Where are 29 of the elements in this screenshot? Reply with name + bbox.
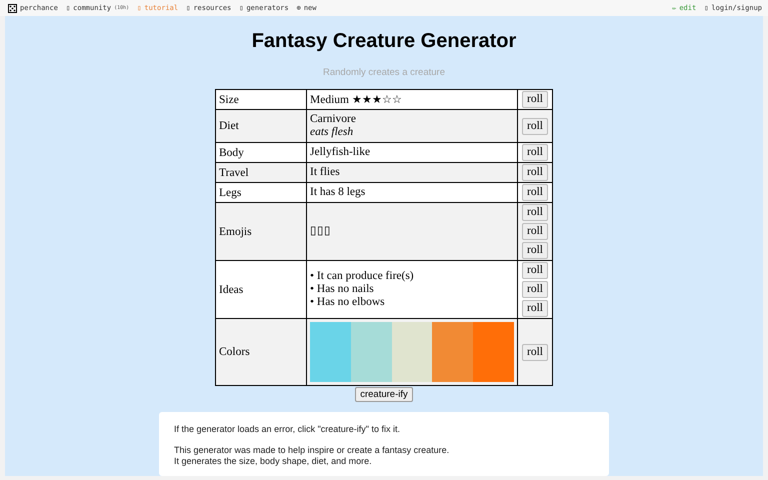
creature-ify-button[interactable]: creature-ify (355, 387, 413, 402)
roll-button[interactable]: roll (522, 91, 548, 108)
star-rating: ★★★☆☆ (352, 94, 402, 106)
roll-button[interactable]: roll (522, 223, 548, 240)
info-text: If the generator loads an error, click "creature-ify" to fix it. (174, 424, 401, 435)
info-text: This generator was made to help inspire or create a fantasy creature. (174, 445, 450, 456)
row-label: Colors (219, 346, 250, 358)
value-cell: Medium ★★★☆☆ (306, 90, 518, 110)
info-text: It generates the size, body shape, diet, and more. (174, 456, 373, 467)
subtitle: Randomly creates a creature (323, 67, 445, 78)
roll-button[interactable]: roll (522, 344, 548, 360)
row-label: Body (219, 146, 244, 158)
roll-button[interactable]: roll (522, 184, 548, 201)
roll-button[interactable]: roll (522, 164, 548, 181)
row-label: Size (219, 94, 239, 106)
roll-button[interactable]: roll (522, 300, 548, 317)
roll-button[interactable]: roll (522, 118, 548, 134)
roll-button[interactable]: roll (522, 262, 548, 279)
row-label: Ideas (219, 284, 244, 296)
row-label: Travel (219, 166, 249, 178)
roll-button[interactable]: roll (522, 281, 548, 298)
row-label: Emojis (219, 226, 252, 238)
roll-button[interactable]: roll (522, 144, 548, 161)
page-title: Fantasy Creature Generator (252, 30, 516, 53)
row-label: Diet (219, 120, 239, 132)
roll-button[interactable]: roll (522, 242, 548, 259)
row-label: Legs (219, 186, 242, 198)
dice-icon (8, 4, 17, 12)
roll-button[interactable]: roll (522, 204, 548, 221)
